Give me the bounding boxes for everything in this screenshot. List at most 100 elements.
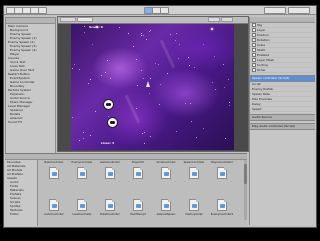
script-file-icon[interactable]	[161, 167, 171, 179]
csharp-glyph-icon	[108, 204, 113, 208]
step-button-icon[interactable]	[160, 7, 169, 14]
asset-label: PlayerController2	[211, 161, 233, 164]
inspector-properties: Tag Layer Position Rotation Scale Static Enabl…	[250, 23, 315, 73]
star	[83, 132, 84, 133]
component-field[interactable]: Speed	[252, 107, 313, 112]
star	[160, 84, 161, 85]
asset-label: AudioController	[44, 213, 64, 216]
scrollbar-thumb[interactable]	[244, 164, 247, 184]
csharp-glyph-icon	[192, 204, 197, 208]
hierarchy-item[interactable]: Sound FX	[6, 120, 55, 124]
checkbox-icon[interactable]	[252, 43, 256, 47]
checkbox-icon[interactable]	[252, 28, 256, 32]
hierarchy-list: Main Camera Background Enemy Spawn Enemy Sp…	[6, 24, 55, 124]
checkbox-icon[interactable]	[252, 48, 256, 52]
csharp-glyph-icon	[220, 172, 225, 176]
star	[178, 58, 179, 59]
checkbox-icon[interactable]	[252, 63, 256, 67]
asset-label: EnemyController2	[210, 213, 234, 216]
maximize-on-play-toggle[interactable]	[208, 17, 220, 22]
star	[215, 89, 216, 90]
script-file-icon[interactable]	[189, 199, 199, 211]
asset-label: BulletController	[100, 213, 120, 216]
component-header[interactable]: Audio Source	[250, 114, 315, 121]
star	[144, 132, 145, 133]
star	[229, 102, 230, 103]
field-label: Rotation	[257, 38, 270, 42]
star	[149, 31, 150, 32]
star	[225, 138, 226, 139]
star	[228, 79, 229, 80]
star	[170, 34, 171, 35]
checkbox-icon[interactable]	[252, 53, 256, 57]
layers-dropdown[interactable]	[264, 7, 286, 14]
star	[185, 103, 186, 104]
star	[223, 64, 224, 65]
component-title: Play Audio controller (Script)	[252, 124, 295, 128]
star	[212, 82, 213, 83]
star	[95, 111, 96, 112]
star	[150, 78, 151, 79]
star	[136, 59, 137, 60]
field-label: Scale	[257, 43, 266, 47]
star	[133, 46, 134, 47]
script-file-icon[interactable]	[105, 167, 115, 179]
star	[144, 143, 145, 144]
asset-label: ScoreController	[156, 161, 176, 164]
asset-label: PlayerCtrl	[131, 161, 145, 164]
script-file-icon[interactable]	[161, 199, 171, 211]
stats-toggle[interactable]	[221, 17, 233, 22]
csharp-glyph-icon	[52, 172, 57, 176]
enemy-sprite	[107, 117, 118, 128]
toolbar	[4, 6, 316, 15]
checkbox-icon[interactable]	[252, 33, 256, 37]
star	[155, 63, 156, 64]
star	[142, 133, 143, 134]
tab-game[interactable]	[77, 17, 93, 22]
star	[189, 65, 190, 66]
star	[90, 135, 91, 136]
screen: Main Camera Background Enemy Spawn Enemy Sp…	[0, 0, 320, 241]
tab-scene[interactable]	[60, 17, 76, 22]
star	[146, 39, 147, 40]
project-scrollbar[interactable]	[244, 160, 247, 220]
script-file-icon[interactable]	[105, 199, 115, 211]
component-header[interactable]: Play Audio controller (Script)	[250, 123, 315, 130]
script-file-icon[interactable]	[49, 199, 59, 211]
star	[176, 33, 177, 34]
star	[203, 128, 204, 129]
layout-dropdown[interactable]	[288, 7, 310, 14]
project-panel: Favorites All Materials All Models All Pref…	[5, 153, 247, 226]
checkbox-icon[interactable]	[252, 38, 256, 42]
star	[105, 72, 106, 73]
game-viewport[interactable]: Score: 0 Lives: 3	[71, 24, 234, 150]
rect-tool-icon[interactable]	[38, 7, 47, 14]
project-asset-grid: BasicController EnemyController GameContro…	[39, 160, 245, 226]
star	[110, 78, 111, 79]
script-file-icon[interactable]	[77, 167, 87, 179]
folder-item[interactable]: Editor	[5, 212, 37, 216]
checkbox-icon[interactable]	[252, 58, 256, 62]
checkbox-icon[interactable]	[252, 68, 256, 72]
script-file-icon[interactable]	[49, 167, 59, 179]
star	[84, 26, 85, 27]
script-file-icon[interactable]	[217, 199, 227, 211]
star	[191, 121, 192, 122]
inspector-field[interactable]: Order	[252, 68, 313, 73]
script-file-icon[interactable]	[133, 199, 143, 211]
star	[211, 28, 213, 30]
asset-label: LevelController	[72, 213, 92, 216]
score-text: Score: 0	[89, 25, 103, 29]
script-file-icon[interactable]	[217, 167, 227, 179]
script-file-icon[interactable]	[189, 167, 199, 179]
field-label: Static	[257, 48, 266, 52]
component-header[interactable]: Spawn controller (Script)	[250, 75, 315, 82]
csharp-glyph-icon	[136, 172, 141, 176]
star	[136, 108, 137, 109]
field-label: Sorting	[257, 63, 268, 67]
checkbox-icon[interactable]	[252, 23, 256, 27]
script-file-icon[interactable]	[133, 167, 143, 179]
asset-label: HealthScript	[130, 213, 146, 216]
enemy-sprite	[103, 99, 114, 110]
script-file-icon[interactable]	[77, 199, 87, 211]
